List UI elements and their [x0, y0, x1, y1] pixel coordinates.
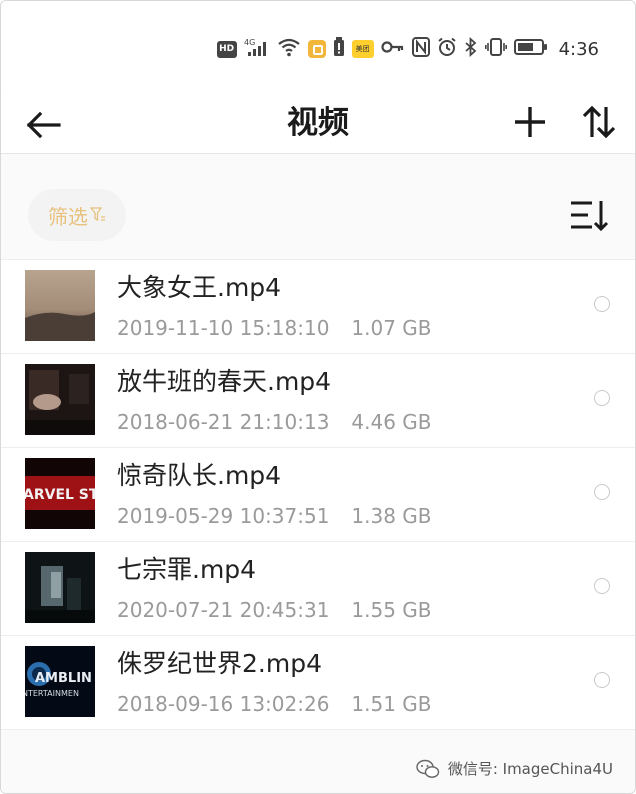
list-sort-icon	[571, 201, 609, 232]
file-name: 侏罗纪世界2.mp4	[117, 649, 322, 678]
svg-text:NTERTAINMEN: NTERTAINMEN	[25, 689, 79, 698]
file-meta: 2018-09-16 13:02:26 1.51 GB	[117, 692, 432, 716]
video-file-list: 大象女王.mp4 2019-11-10 15:18:10 1.07 GB 放牛班的…	[1, 259, 635, 730]
list-item[interactable]: 放牛班的春天.mp4 2018-06-21 21:10:13 4.46 GB	[1, 353, 635, 447]
filter-icon	[90, 207, 105, 222]
hd-badge: HD	[216, 40, 237, 58]
file-meta: 2019-11-10 15:18:10 1.07 GB	[117, 316, 432, 340]
list-item[interactable]: 大象女王.mp4 2019-11-10 15:18:10 1.07 GB	[1, 259, 635, 353]
battery-icon	[513, 38, 548, 60]
add-button[interactable]	[509, 101, 551, 143]
watermark: 微信号: ImageChina4U	[416, 758, 613, 779]
file-name: 七宗罪.mp4	[117, 555, 257, 584]
filter-label: 筛选	[48, 204, 88, 229]
key-icon	[380, 37, 405, 61]
video-thumbnail	[25, 270, 95, 341]
file-datetime: 2018-06-21 21:10:13	[117, 410, 330, 434]
list-sort-button[interactable]	[568, 197, 610, 235]
filter-button[interactable]: 筛选	[28, 189, 126, 241]
file-size: 1.55 GB	[351, 598, 432, 622]
file-datetime: 2019-11-10 15:18:10	[117, 316, 330, 340]
clock: 4:36	[558, 38, 599, 60]
video-thumbnail	[25, 364, 95, 435]
alarm-icon	[437, 37, 457, 61]
list-item[interactable]: ARVEL STUD 惊奇队长.mp4 2019-05-29 10:37:51 1…	[1, 447, 635, 541]
nfc-icon	[411, 37, 430, 61]
watermark-text: 微信号: ImageChina4U	[447, 760, 613, 778]
list-item[interactable]: AMBLIN NTERTAINMEN 侏罗纪世界2.mp4 2018-09-16…	[1, 635, 635, 730]
select-radio[interactable]	[594, 578, 610, 594]
sort-button[interactable]	[579, 101, 619, 143]
status-bar: HD 4G 美团 4:36	[1, 1, 635, 91]
battery-alert-icon	[333, 37, 345, 61]
select-radio[interactable]	[594, 390, 610, 406]
file-datetime: 2020-07-21 20:45:31	[117, 598, 330, 622]
file-meta: 2018-06-21 21:10:13 4.46 GB	[117, 410, 432, 434]
svg-text:ARVEL STUD: ARVEL STUD	[25, 487, 95, 503]
file-size: 1.07 GB	[351, 316, 432, 340]
video-thumbnail: ARVEL STUD	[25, 458, 95, 529]
app-header: 视频	[1, 91, 635, 154]
file-datetime: 2019-05-29 10:37:51	[117, 504, 330, 528]
file-meta: 2020-07-21 20:45:31 1.55 GB	[117, 598, 432, 622]
sort-up-down-icon	[582, 105, 616, 139]
file-name: 惊奇队长.mp4	[117, 461, 282, 490]
meituan-app-icon: 美团	[351, 40, 374, 58]
file-meta: 2019-05-29 10:37:51 1.38 GB	[117, 504, 432, 528]
svg-text:4G: 4G	[244, 38, 255, 47]
select-radio[interactable]	[594, 484, 610, 500]
app-notification-icon	[307, 40, 326, 58]
file-size: 1.38 GB	[351, 504, 432, 528]
plus-icon	[515, 107, 545, 137]
bluetooth-icon	[464, 36, 478, 61]
file-name: 放牛班的春天.mp4	[117, 367, 332, 396]
file-size: 1.51 GB	[351, 692, 432, 716]
svg-text:AMBLIN: AMBLIN	[35, 671, 92, 686]
file-name: 大象女王.mp4	[117, 273, 282, 302]
video-thumbnail: AMBLIN NTERTAINMEN	[25, 646, 95, 717]
vibrate-icon	[484, 37, 507, 61]
phone-screen: HD 4G 美团 4:36 视频 筛选 大象女王.mp4 2019-11-10 …	[0, 0, 636, 794]
file-datetime: 2018-09-16 13:02:26	[117, 692, 330, 716]
wechat-icon	[416, 759, 440, 778]
wifi-icon	[277, 37, 301, 61]
video-thumbnail	[25, 552, 95, 623]
select-radio[interactable]	[594, 672, 610, 688]
select-radio[interactable]	[594, 296, 610, 312]
file-size: 4.46 GB	[351, 410, 432, 434]
list-item[interactable]: 七宗罪.mp4 2020-07-21 20:45:31 1.55 GB	[1, 541, 635, 635]
status-icons: HD 4G 美团 4:36	[216, 36, 599, 61]
cellular-signal-icon: 4G	[244, 37, 270, 61]
